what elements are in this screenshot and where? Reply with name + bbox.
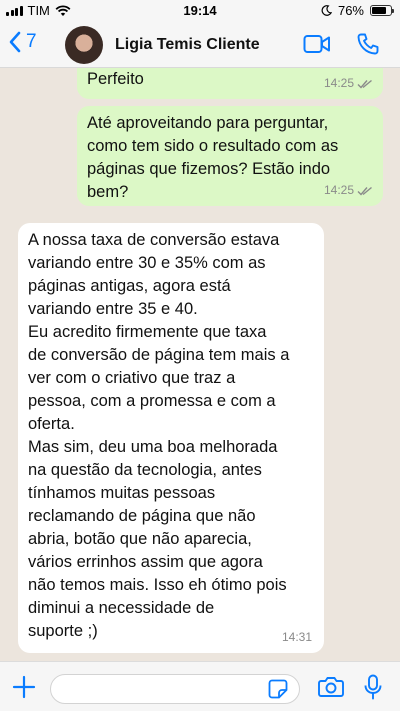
voice-message-button[interactable] bbox=[364, 674, 382, 705]
message-meta: 14:25 bbox=[324, 179, 373, 202]
camera-icon bbox=[318, 677, 344, 697]
double-check-icon bbox=[357, 186, 372, 196]
message-list[interactable]: Perfeito 14:25 Até aproveitando para per… bbox=[0, 68, 400, 661]
sticker-icon bbox=[268, 679, 288, 699]
chat-header: 7 Ligia Temis Cliente bbox=[0, 22, 400, 68]
unread-count: 7 bbox=[26, 31, 37, 52]
voice-call-button[interactable] bbox=[356, 32, 380, 61]
message-time: 14:25 bbox=[323, 76, 354, 90]
double-check-icon bbox=[357, 79, 372, 89]
message-meta: 14:31 bbox=[282, 626, 312, 649]
video-camera-icon bbox=[303, 35, 330, 53]
message-input[interactable] bbox=[50, 674, 300, 704]
contact-name[interactable]: Ligia Temis Cliente bbox=[115, 36, 260, 54]
video-call-button[interactable] bbox=[303, 34, 331, 59]
status-bar: TIM 19:14 76% bbox=[0, 0, 400, 22]
message-time: 14:25 bbox=[323, 183, 354, 197]
moon-icon bbox=[321, 5, 332, 16]
camera-button[interactable] bbox=[318, 676, 344, 703]
battery-percent: 76% bbox=[337, 3, 364, 18]
avatar[interactable] bbox=[65, 26, 103, 64]
chevron-left-icon bbox=[9, 31, 21, 53]
message-meta: 14:25 bbox=[324, 72, 373, 95]
battery-icon bbox=[370, 5, 394, 16]
message-time: 14:31 bbox=[281, 630, 312, 644]
message-bubble-incoming[interactable]: A nossa taxa de conversão estava variand… bbox=[18, 223, 324, 653]
message-text: A nossa taxa de conversão estava variand… bbox=[28, 231, 290, 640]
phone-icon bbox=[357, 33, 379, 55]
message-bubble-outgoing[interactable]: Até aproveitando para perguntar, como te… bbox=[77, 106, 383, 206]
battery-fill bbox=[372, 7, 386, 14]
plus-icon bbox=[12, 675, 36, 699]
microphone-icon bbox=[364, 674, 382, 700]
composer-bar bbox=[0, 661, 400, 711]
status-right: 76% bbox=[321, 3, 394, 18]
message-bubble-outgoing[interactable]: Perfeito 14:25 bbox=[77, 68, 383, 99]
attach-button[interactable] bbox=[12, 675, 36, 704]
back-button[interactable]: 7 bbox=[8, 31, 37, 53]
sticker-button[interactable] bbox=[268, 679, 288, 704]
